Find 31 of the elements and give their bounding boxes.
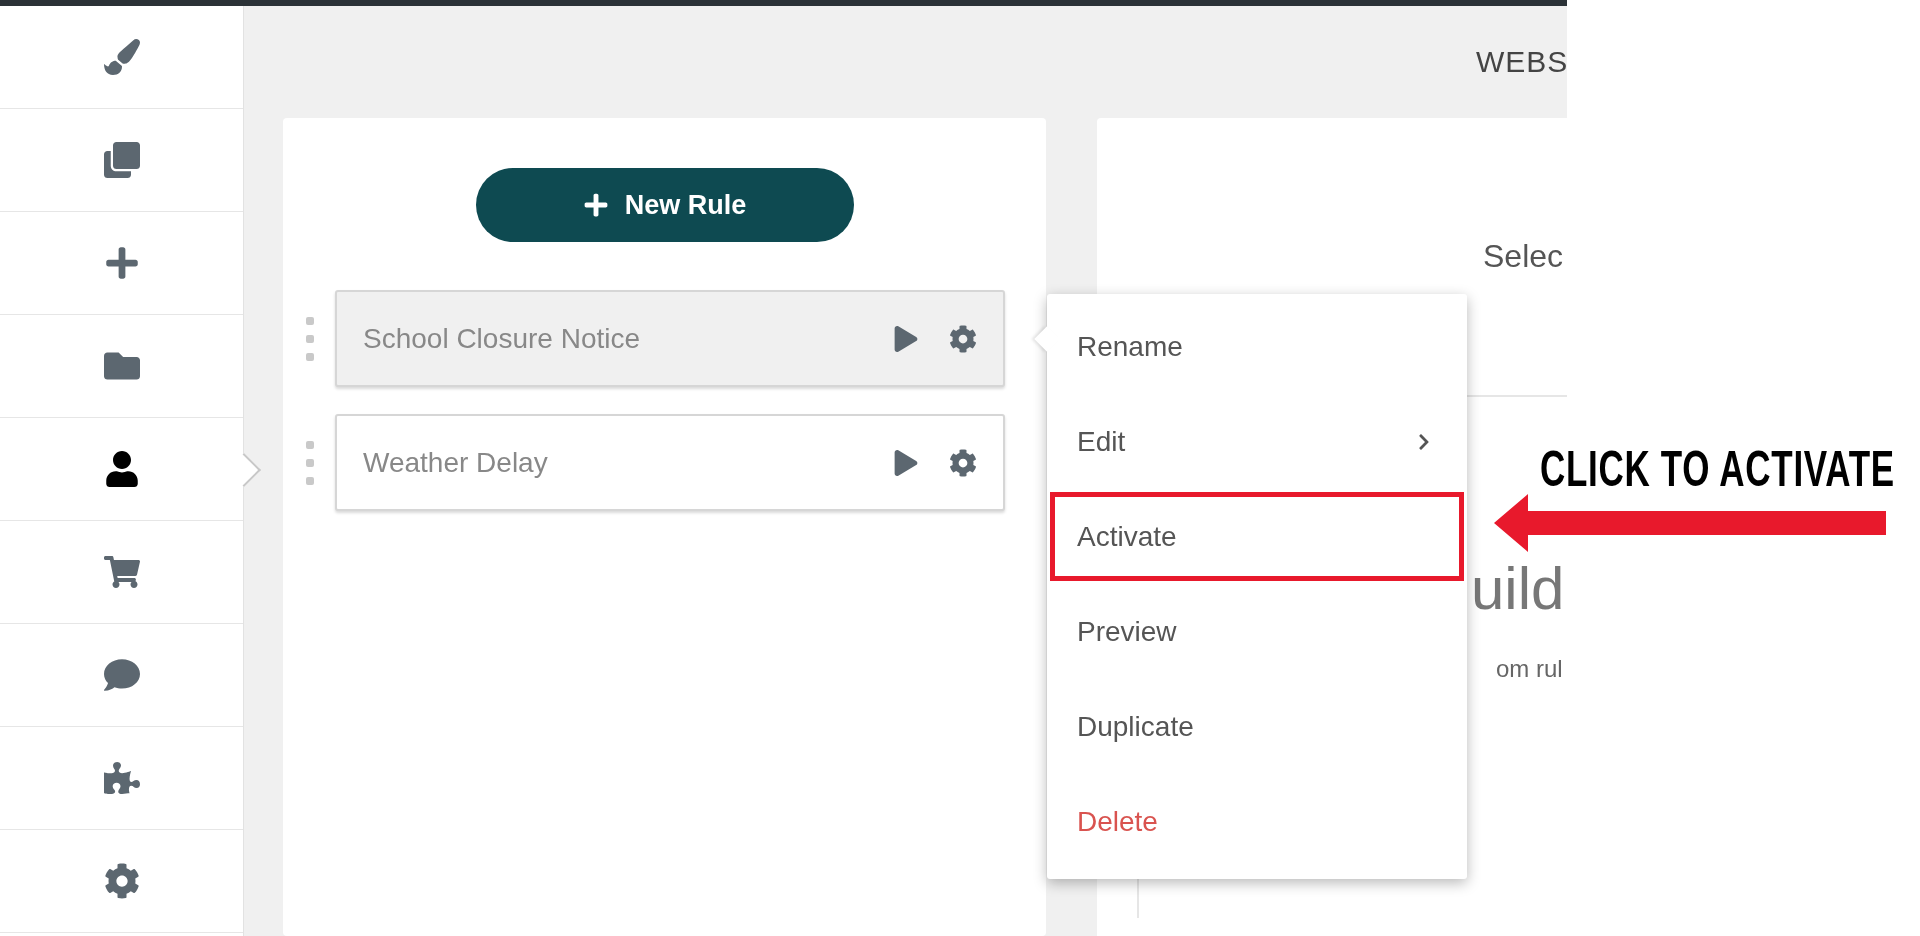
menu-item[interactable]: Edit [1047, 394, 1467, 489]
menu-item[interactable]: Preview [1047, 584, 1467, 679]
drag-handle-icon[interactable] [305, 440, 315, 485]
cart-icon [103, 554, 140, 590]
rule-name: Weather Delay [363, 446, 549, 479]
new-rule-button[interactable]: New Rule [475, 168, 854, 242]
menu-item[interactable]: Duplicate [1047, 679, 1467, 774]
arrow-icon [1494, 494, 1886, 552]
page-title: WEBS [1476, 45, 1567, 79]
menu-item[interactable]: Activate [1047, 489, 1467, 584]
settings-icon [103, 863, 140, 899]
rule-item[interactable]: Weather Delay [335, 414, 1005, 511]
brush-icon [103, 39, 140, 75]
copy-icon [103, 142, 140, 178]
speech-bubble-icon [103, 657, 140, 693]
annotation-text: CLICK TO ACTIVATE [1540, 440, 1895, 498]
settings-icon[interactable] [949, 448, 977, 477]
user-icon [103, 451, 140, 487]
detail-description: om rul [1496, 655, 1563, 683]
plus-icon [582, 192, 609, 218]
drag-handle-icon[interactable] [305, 316, 315, 361]
settings-icon[interactable] [949, 324, 977, 353]
menu-item[interactable]: Delete [1047, 774, 1467, 869]
play-icon[interactable] [893, 325, 919, 352]
select-prompt: Selec [1483, 238, 1564, 275]
plus-icon [103, 245, 140, 281]
menu-item[interactable]: Rename [1047, 299, 1467, 394]
rule-name: School Closure Notice [363, 322, 642, 355]
detail-heading: uild [1471, 559, 1565, 619]
play-icon[interactable] [893, 449, 919, 476]
puzzle-icon [103, 760, 140, 796]
